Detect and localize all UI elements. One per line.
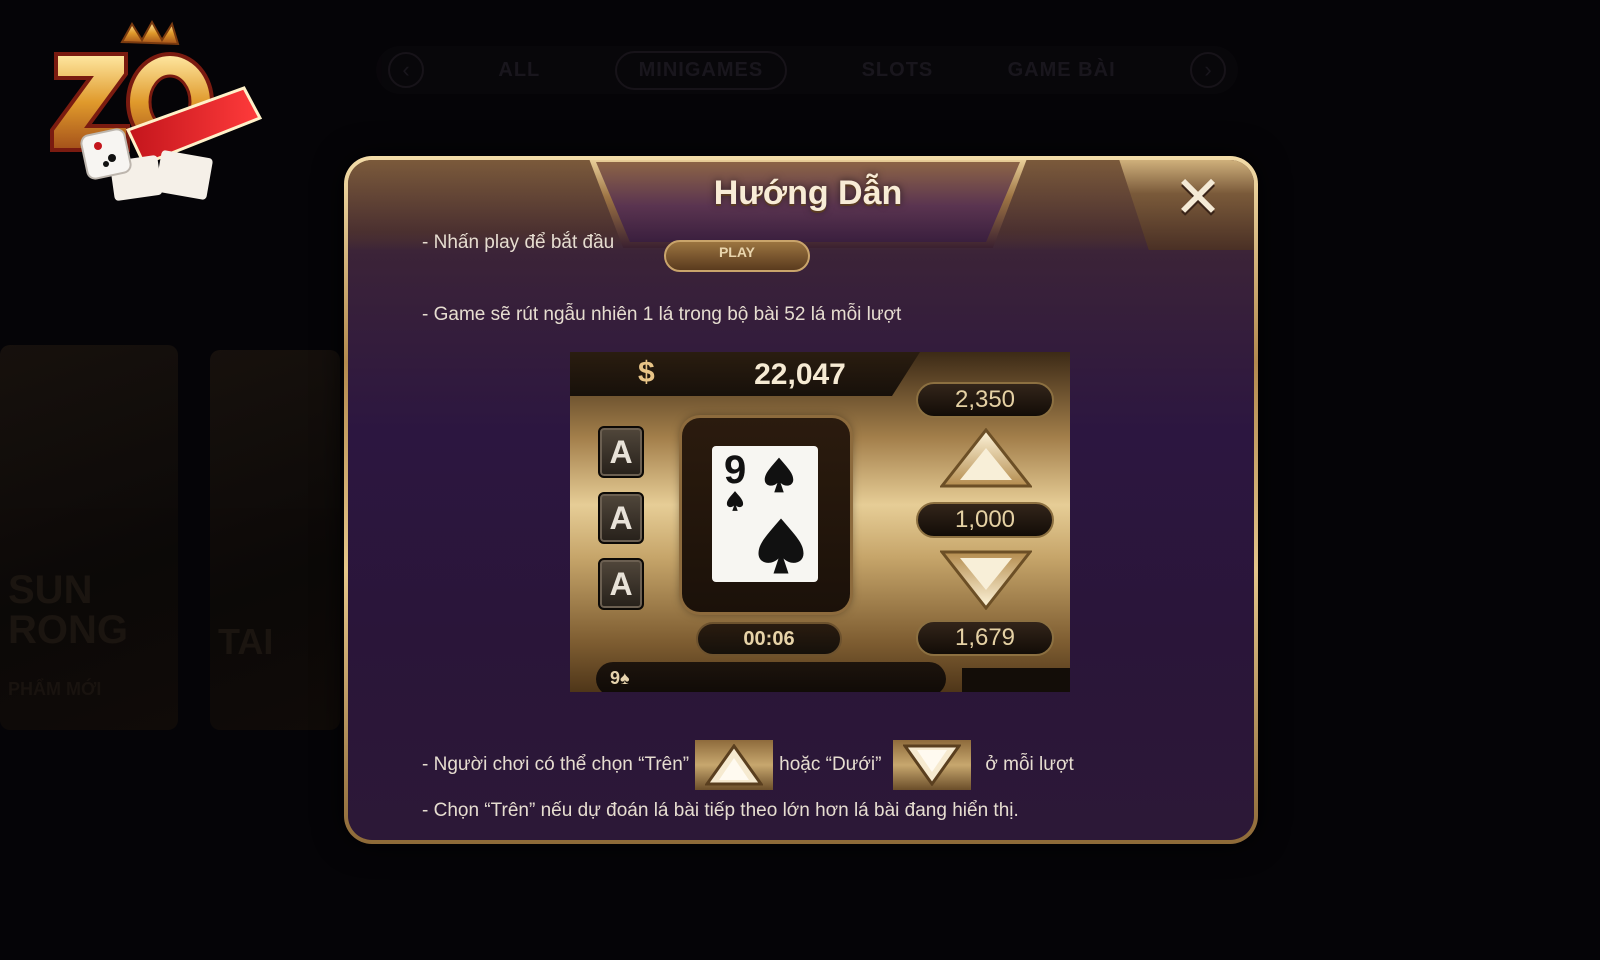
instruction-line-3-part-b: hoặc “Dưới” <box>779 754 882 775</box>
lobby-card-title: RONG <box>8 608 128 652</box>
bet-amount: 1,000 <box>916 502 1054 538</box>
lobby-game-card: SUN RONG PHẨM MỚI <box>0 345 178 730</box>
ace-card-icon: A <box>598 426 644 478</box>
currency-symbol: $ <box>638 356 655 389</box>
tab-all: ALL <box>498 58 541 81</box>
history-panel <box>962 668 1070 692</box>
instructions-dialog: Hướng Dẫn ✕ - Nhấn play để bắt đầu PLAY … <box>344 156 1258 844</box>
instruction-line-2: - Game sẽ rút ngẫu nhiên 1 lá trong bộ b… <box>422 304 902 325</box>
play-button-illustration: PLAY <box>664 240 810 272</box>
lobby-card-title: SUN <box>8 568 93 612</box>
spade-icon <box>758 518 804 574</box>
dialog-title: Hướng Dẫn <box>713 174 903 212</box>
up-button-illustration <box>695 740 774 790</box>
playing-card: 9 <box>712 446 818 582</box>
instruction-line-3-part-a: - Người chơi có thể chọn “Trên” <box>422 754 690 775</box>
spade-icon <box>764 457 794 493</box>
down-arrow-icon <box>903 744 962 786</box>
tabs-prev-icon: ‹ <box>388 52 424 88</box>
spade-icon <box>726 491 744 511</box>
logo-graphic <box>50 19 263 201</box>
lobby-card-title: TAI <box>218 621 274 662</box>
tabs-next-icon: › <box>1190 52 1226 88</box>
lobby-game-card: TAI <box>210 350 340 730</box>
lower-payout: 1,679 <box>916 620 1054 656</box>
down-button-illustration <box>893 740 972 790</box>
history-text: 9♠ <box>610 668 630 688</box>
instruction-line-4: - Chọn “Trên” nếu dự đoán lá bài tiếp th… <box>422 800 1019 821</box>
up-arrow-icon <box>705 744 764 786</box>
tab-minigames: MINIGAMES <box>614 50 788 90</box>
history-bar <box>596 662 946 692</box>
tab-game-bai: GAME BÀI <box>1007 58 1116 81</box>
instruction-line-3: - Người chơi có thể chọn “Trên” hoặc “Dư… <box>422 740 1074 790</box>
ace-card-icon: A <box>598 492 644 544</box>
higher-arrow-icon <box>940 428 1032 488</box>
site-logo <box>48 18 268 208</box>
tab-slots: SLOTS <box>861 58 934 81</box>
ace-card-icon: A <box>598 558 644 610</box>
category-tabs: ‹ ALL MINIGAMES SLOTS GAME BÀI › <box>376 46 1238 94</box>
close-button[interactable]: ✕ <box>1170 169 1226 228</box>
countdown-timer: 00:06 <box>696 622 842 656</box>
game-preview: $ 22,047 A A A 9 00:06 2,350 1,000 1,679… <box>570 352 1070 692</box>
card-rank: 9 <box>724 448 747 492</box>
lower-arrow-icon <box>940 550 1032 610</box>
higher-payout: 2,350 <box>916 382 1054 418</box>
instruction-line-3-part-c: ở mỗi lượt <box>985 754 1074 775</box>
lobby-card-subtitle: PHẨM MỚI <box>8 679 102 699</box>
dialog-body: Hướng Dẫn ✕ - Nhấn play để bắt đầu PLAY … <box>348 160 1254 840</box>
instruction-line-1: - Nhấn play để bắt đầu <box>422 232 615 253</box>
balance-value: 22,047 <box>754 358 846 391</box>
